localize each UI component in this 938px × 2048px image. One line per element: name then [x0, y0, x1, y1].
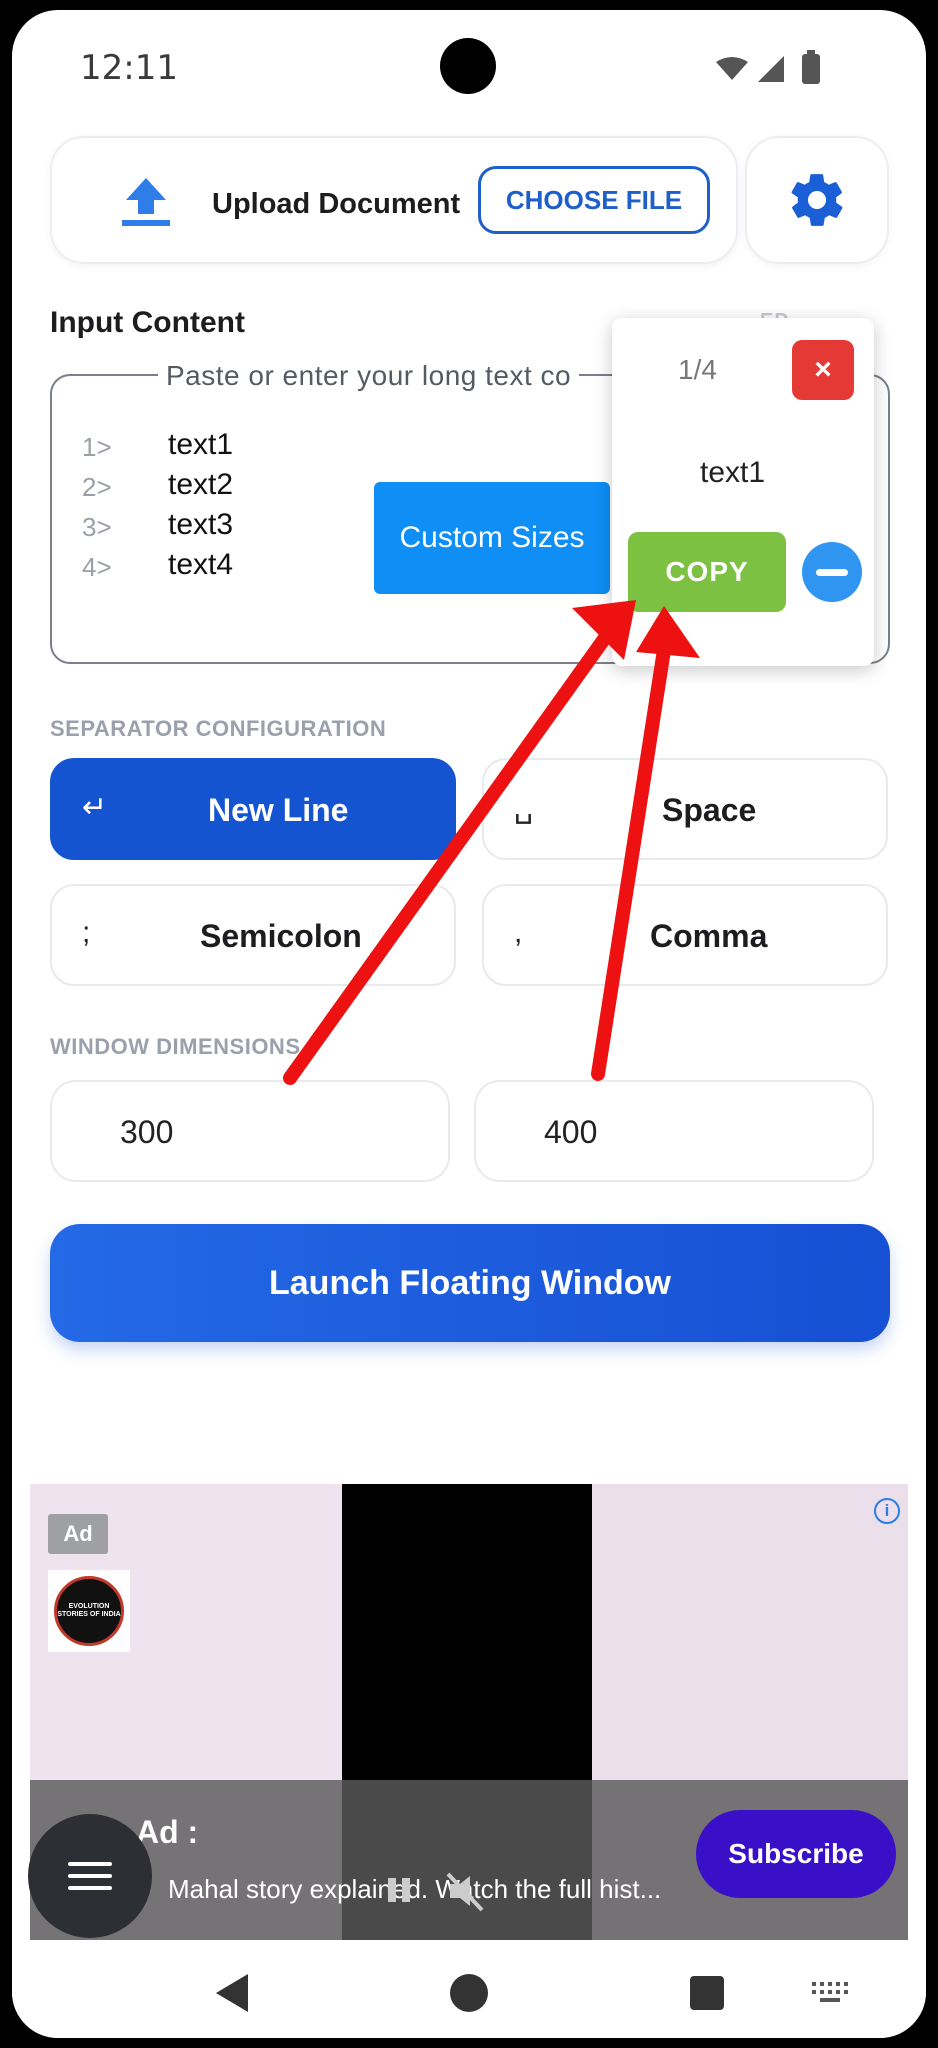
phone-screen: 12:11 Upload Document CHOOSE FILE Input … [12, 10, 926, 2038]
annotation-arrows [283, 600, 700, 1085]
